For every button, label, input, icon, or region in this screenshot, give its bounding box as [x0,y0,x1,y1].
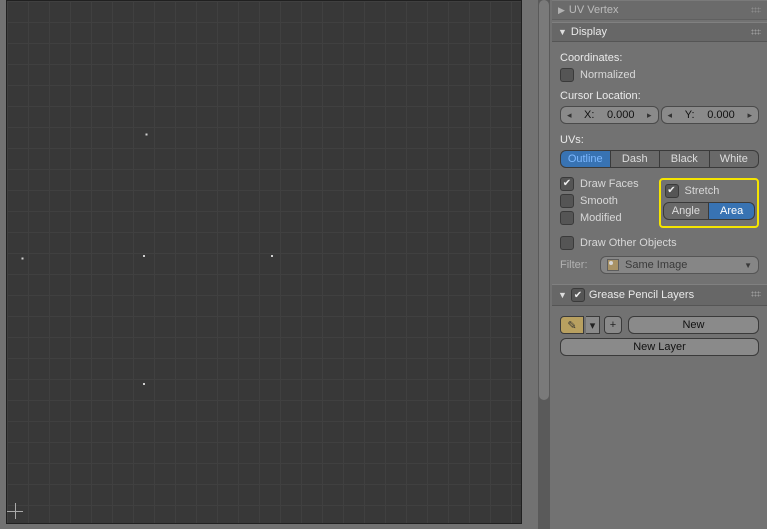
checkbox-icon[interactable] [560,236,574,250]
draw-mode-black[interactable]: Black [660,150,710,168]
stretch-mode-area[interactable]: Area [709,202,755,220]
uv-arm-bottom[interactable] [143,383,271,511]
cursor-x-field[interactable]: ◂ X: 0.000 ▸ [560,106,659,124]
checkbox-icon[interactable] [665,184,679,198]
increment-icon[interactable]: ▸ [647,110,652,121]
uv-arm-center[interactable] [143,255,271,383]
draw-mode-outline[interactable]: Outline [560,150,611,168]
cursor-location-label: Cursor Location: [560,90,759,102]
filter-label: Filter: [560,259,596,271]
grease-pencil-datablock[interactable]: ✎ [560,316,584,334]
uv-arm-top[interactable] [143,127,271,255]
uv-editor-viewport[interactable]: // placeholder - faces drawn below via s… [6,0,522,524]
panel-title: Display [571,26,607,38]
smooth-checkbox[interactable]: Smooth [560,194,653,208]
checkbox-icon[interactable] [560,177,574,191]
uv-draw-mode-segmented: Outline Dash Black White [560,150,759,168]
cursor-x-label: X: [584,109,594,121]
new-grease-pencil-button[interactable]: New [628,316,759,334]
expand-icon: ▶ [558,5,565,16]
increment-icon[interactable]: ▸ [747,110,752,121]
new-label: New [682,319,704,331]
add-datablock-button[interactable]: + [604,316,622,334]
checkbox-icon[interactable] [560,68,574,82]
cursor-y-value: 0.000 [707,109,735,121]
uv-arm-left[interactable] [15,255,143,383]
draw-mode-dash[interactable]: Dash [611,150,661,168]
decrement-icon[interactable]: ◂ [668,110,673,121]
draw-mode-white[interactable]: White [710,150,760,168]
cursor-y-label: Y: [685,109,695,121]
uvs-label: UVs: [560,134,759,146]
stretch-mode-segmented: Angle Area [663,202,756,220]
panel-body-grease-pencil: ✎ ▾ + New New Layer [552,306,767,366]
scrollbar-thumb[interactable] [539,0,549,400]
draw-other-objects-checkbox[interactable]: Draw Other Objects [560,236,759,250]
panel-title: UV Vertex [569,4,619,16]
coordinates-label: Coordinates: [560,52,759,64]
stretch-checkbox[interactable]: Stretch [665,184,754,198]
filter-row: Filter: Same Image ▼ [560,256,759,274]
cursor-y-field[interactable]: ◂ Y: 0.000 ▸ [661,106,760,124]
smooth-label: Smooth [580,195,618,207]
filter-dropdown[interactable]: Same Image ▼ [600,256,759,274]
properties-sidebar: ▶ UV Vertex ▼ Display Coordinates: Norma… [552,0,767,529]
normalized-checkbox-row[interactable]: Normalized [560,68,759,82]
chevron-updown-icon: ▾ [590,319,596,332]
collapse-icon: ▼ [558,27,567,37]
drag-handle-icon[interactable] [751,291,761,297]
draw-faces-label: Draw Faces [580,178,639,190]
normalized-label: Normalized [580,69,636,81]
stretch-highlight-box: Stretch Angle Area [659,178,760,228]
stretch-label: Stretch [685,185,720,197]
image-icon [607,259,619,271]
datablock-dropdown[interactable]: ▾ [586,316,600,334]
draw-faces-checkbox[interactable]: Draw Faces [560,177,653,191]
drag-handle-icon[interactable] [751,7,761,13]
decrement-icon[interactable]: ◂ [567,110,572,121]
grease-pencil-toggle[interactable] [571,288,585,302]
new-layer-label: New Layer [633,341,686,353]
stretch-mode-angle[interactable]: Angle [663,202,710,220]
cursor-origin-icon [7,503,27,523]
drag-handle-icon[interactable] [751,29,761,35]
panel-body-display: Coordinates: Normalized Cursor Location:… [552,42,767,284]
modified-label: Modified [580,212,622,224]
panel-header-display[interactable]: ▼ Display [552,22,767,42]
uv-arm-right[interactable] [271,255,399,383]
checkbox-icon[interactable] [560,211,574,225]
cursor-x-value: 0.000 [607,109,635,121]
modified-checkbox[interactable]: Modified [560,211,653,225]
panel-scrollbar[interactable] [538,0,550,529]
filter-value: Same Image [625,259,687,271]
plus-icon: + [610,319,616,331]
panel-header-uv-vertex[interactable]: ▶ UV Vertex [552,0,767,20]
checkbox-icon[interactable] [560,194,574,208]
draw-other-label: Draw Other Objects [580,237,677,249]
chevron-updown-icon: ▼ [744,261,752,270]
new-layer-button[interactable]: New Layer [560,338,759,356]
panel-header-grease-pencil[interactable]: ▼ Grease Pencil Layers [552,284,767,306]
collapse-icon: ▼ [558,290,567,300]
pencil-icon: ✎ [567,319,576,332]
panel-title: Grease Pencil Layers [589,289,694,301]
